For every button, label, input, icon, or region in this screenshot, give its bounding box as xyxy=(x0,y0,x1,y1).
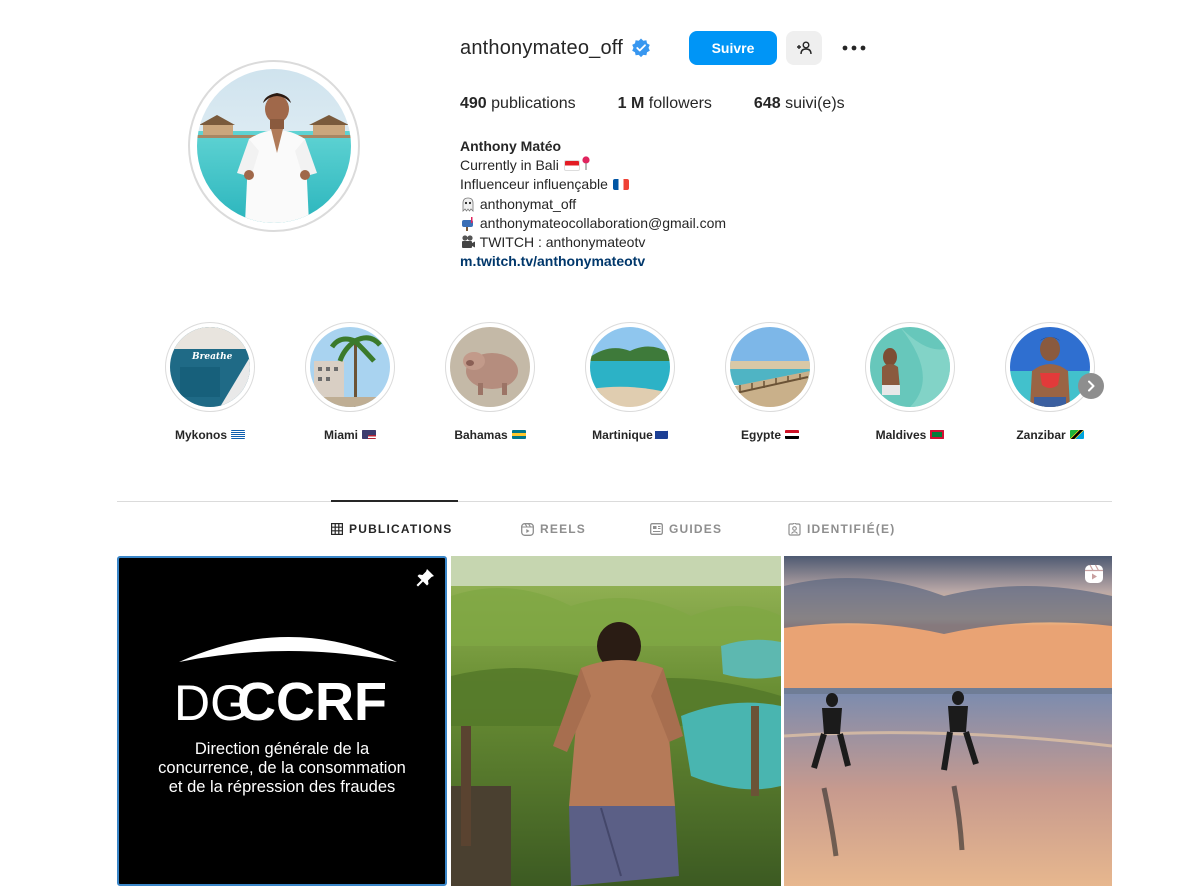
stat-publications: 490 publications xyxy=(460,95,576,112)
bio-line-location: Currently in Bali xyxy=(460,156,726,175)
active-tab-indicator xyxy=(331,500,458,502)
svg-text:CCRF: CCRF xyxy=(237,672,387,728)
highlight-martinique[interactable]: Martinique xyxy=(570,322,690,442)
bio-external-link[interactable]: m.twitch.tv/anthonymateotv xyxy=(460,252,726,271)
indonesia-flag-icon xyxy=(563,160,580,172)
highlight-cover xyxy=(450,327,530,407)
tab-label: REELS xyxy=(540,522,587,536)
follow-button[interactable]: Suivre xyxy=(688,31,777,65)
pin-emoji-icon xyxy=(582,156,590,171)
verified-badge-icon xyxy=(632,38,650,58)
usa-flag-icon xyxy=(362,430,376,439)
profile-bio: Anthony Matéo Currently in Bali Influenc… xyxy=(460,137,726,271)
reels-icon xyxy=(521,522,534,536)
movie-camera-emoji-icon xyxy=(462,235,475,249)
more-dots-icon xyxy=(842,45,866,51)
tanzania-flag-icon xyxy=(1069,430,1084,439)
france-flag-icon xyxy=(612,179,629,191)
highlight-miami[interactable]: Miami xyxy=(290,322,410,442)
highlight-maldives[interactable]: Maldives xyxy=(850,322,970,442)
bio-line-snapchat: anthonymat_off xyxy=(460,195,726,214)
highlight-cover xyxy=(870,327,950,407)
tab-label: PUBLICATIONS xyxy=(349,522,453,536)
egypt-flag-icon xyxy=(785,430,799,439)
stat-following[interactable]: 648 suivi(e)s xyxy=(754,95,845,113)
highlight-label: Miami xyxy=(323,428,358,442)
bio-line-influencer: Influenceur influençable xyxy=(460,175,726,194)
highlight-egypte[interactable]: Egypte xyxy=(710,322,830,442)
guides-icon xyxy=(650,523,663,535)
add-person-icon xyxy=(796,41,812,55)
tab-tagged[interactable]: IDENTIFIÉ(E) xyxy=(788,521,895,537)
display-name: Anthony Matéo xyxy=(460,138,562,154)
highlight-label: Martinique xyxy=(592,428,653,442)
post-photo xyxy=(451,556,781,886)
highlight-mykonos[interactable]: Breathe Mykonos xyxy=(150,322,270,442)
highlight-label: Zanzibar xyxy=(1016,428,1066,442)
post-tile-beach-sunset[interactable] xyxy=(784,556,1112,886)
stat-followers[interactable]: 1 M followers xyxy=(618,95,712,113)
greece-flag-icon xyxy=(231,430,245,439)
maldives-flag-icon xyxy=(930,430,945,439)
tabs-divider xyxy=(117,501,1112,502)
highlight-label: Egypte xyxy=(740,428,781,442)
tab-label: GUIDES xyxy=(669,522,723,536)
tab-guides[interactable]: GUIDES xyxy=(650,521,722,537)
highlight-cover xyxy=(730,327,810,407)
tagged-icon xyxy=(788,522,801,536)
more-options-button[interactable] xyxy=(840,33,868,63)
tab-label: IDENTIFIÉ(E) xyxy=(807,522,896,536)
highlight-cover xyxy=(310,327,390,407)
reel-indicator-icon xyxy=(1085,564,1103,583)
pinned-post-icon xyxy=(416,569,434,587)
highlight-cover xyxy=(1010,327,1090,407)
dgccrf-logo: DG CCRF xyxy=(174,637,397,728)
highlight-cover: Breathe xyxy=(170,327,250,407)
highlight-label: Maldives xyxy=(875,428,927,442)
profile-avatar-ring[interactable] xyxy=(188,60,360,232)
profile-header-row: anthonymateo_off Suivre xyxy=(460,30,868,66)
highlight-label: Mykonos xyxy=(174,428,227,442)
bio-line-email: anthonymateocollaboration@gmail.com xyxy=(460,214,726,233)
martinique-flag-icon xyxy=(653,430,668,439)
tab-reels[interactable]: REELS xyxy=(521,521,586,537)
suggested-accounts-button[interactable] xyxy=(785,31,822,65)
grid-icon xyxy=(331,523,343,535)
svg-text:Breathe: Breathe xyxy=(191,352,233,362)
post-tile-jungle-pool[interactable] xyxy=(451,556,781,886)
post-tile-dgccrf[interactable]: DG CCRF Direction générale de la concurr… xyxy=(117,556,447,886)
username: anthonymateo_off xyxy=(460,36,623,59)
highlight-bahamas[interactable]: Bahamas xyxy=(430,322,550,442)
post-photo xyxy=(784,556,1112,886)
ghost-emoji-icon xyxy=(462,197,474,212)
avatar[interactable] xyxy=(197,69,351,223)
bio-line-twitch: TWITCH : anthonymateotv xyxy=(460,233,726,252)
highlights-next-button[interactable] xyxy=(1078,373,1104,399)
profile-stats: 490 publications 1 M followers 648 suivi… xyxy=(460,95,887,113)
bahamas-flag-icon xyxy=(511,430,526,439)
chevron-right-icon xyxy=(1088,380,1095,392)
highlight-label: Bahamas xyxy=(454,428,508,442)
highlight-cover xyxy=(590,327,670,407)
tab-publications[interactable]: PUBLICATIONS xyxy=(331,521,453,537)
mailbox-emoji-icon xyxy=(462,216,473,231)
dgccrf-caption: Direction générale de la concurrence, de… xyxy=(158,740,406,796)
